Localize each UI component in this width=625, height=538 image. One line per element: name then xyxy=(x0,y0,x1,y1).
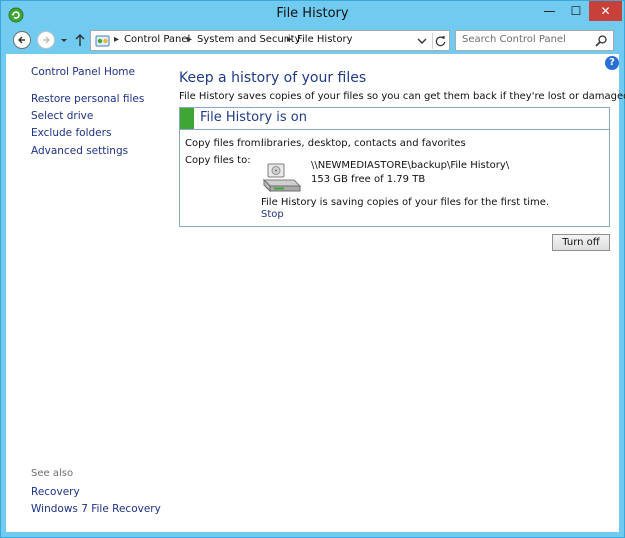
exclude-folders-link[interactable]: Exclude folders xyxy=(31,127,111,139)
back-button[interactable] xyxy=(13,31,31,49)
breadcrumb-separator[interactable]: ▸ xyxy=(187,34,192,45)
windows-7-file-recovery-link[interactable]: Windows 7 File Recovery xyxy=(31,503,161,515)
restore-personal-files-link[interactable]: Restore personal files xyxy=(31,93,144,105)
see-also-heading: See also xyxy=(31,468,74,479)
maximize-button[interactable]: ☐ xyxy=(563,1,589,21)
search-box[interactable] xyxy=(455,30,614,51)
address-dropdown-chevron-down-icon[interactable] xyxy=(415,35,429,47)
control-panel-icon xyxy=(95,35,110,47)
help-icon[interactable]: ? xyxy=(605,56,619,70)
arrow-right-icon xyxy=(43,36,50,44)
search-input[interactable] xyxy=(462,34,592,45)
drive-path: \\NEWMEDIASTORE\backup\File History\ xyxy=(311,160,510,171)
copy-from-value: libraries, desktop, contacts and favorit… xyxy=(261,138,466,149)
refresh-icon[interactable] xyxy=(432,33,448,49)
network-drive-icon xyxy=(262,163,302,193)
recovery-link[interactable]: Recovery xyxy=(31,486,80,498)
file-history-status-panel: File History is on Copy files from: libr… xyxy=(179,107,610,227)
forward-button[interactable] xyxy=(37,31,55,49)
drive-free-space: 153 GB free of 1.79 TB xyxy=(311,174,426,185)
copy-to-label: Copy files to: xyxy=(185,155,251,166)
advanced-settings-link[interactable]: Advanced settings xyxy=(31,145,128,157)
page-description: File History saves copies of your files … xyxy=(179,91,625,102)
navigation-bar: ▸ Control Panel ▸ System and Security ▸ … xyxy=(6,29,619,53)
content-area: Control Panel Home Restore personal file… xyxy=(6,54,625,532)
arrow-left-icon xyxy=(18,36,25,44)
status-title: File History is on xyxy=(200,110,307,125)
close-button[interactable]: ✕ xyxy=(589,1,622,21)
up-arrow-icon[interactable] xyxy=(73,32,87,48)
search-icon[interactable] xyxy=(594,34,608,48)
copy-from-label: Copy files from: xyxy=(185,138,264,149)
turn-off-button[interactable]: Turn off xyxy=(552,234,610,251)
control-panel-home-link[interactable]: Control Panel Home xyxy=(31,66,135,78)
breadcrumb-separator[interactable]: ▸ xyxy=(287,34,292,45)
title-bar: File History — ☐ ✕ xyxy=(1,1,624,29)
stop-link[interactable]: Stop xyxy=(261,209,284,220)
select-drive-link[interactable]: Select drive xyxy=(31,110,93,122)
breadcrumb-separator[interactable]: ▸ xyxy=(114,34,119,45)
window-title: File History xyxy=(276,6,349,21)
left-navigation-pane: Control Panel Home Restore personal file… xyxy=(6,54,176,532)
breadcrumb-system-and-security[interactable]: System and Security xyxy=(197,34,301,45)
address-bar[interactable]: ▸ Control Panel ▸ System and Security ▸ … xyxy=(90,30,450,51)
saving-status-message: File History is saving copies of your fi… xyxy=(261,197,550,208)
status-header: File History is on xyxy=(180,108,609,130)
recent-locations-chevron-down-icon[interactable] xyxy=(59,35,69,45)
status-indicator-bar xyxy=(180,108,194,129)
page-title: Keep a history of your files xyxy=(179,70,367,86)
minimize-button[interactable]: — xyxy=(536,1,563,21)
window: File History — ☐ ✕ ▸ Control Panel ▸ Sys… xyxy=(0,0,625,538)
breadcrumb-file-history[interactable]: File History xyxy=(297,34,353,45)
breadcrumb-control-panel[interactable]: Control Panel xyxy=(124,34,190,45)
